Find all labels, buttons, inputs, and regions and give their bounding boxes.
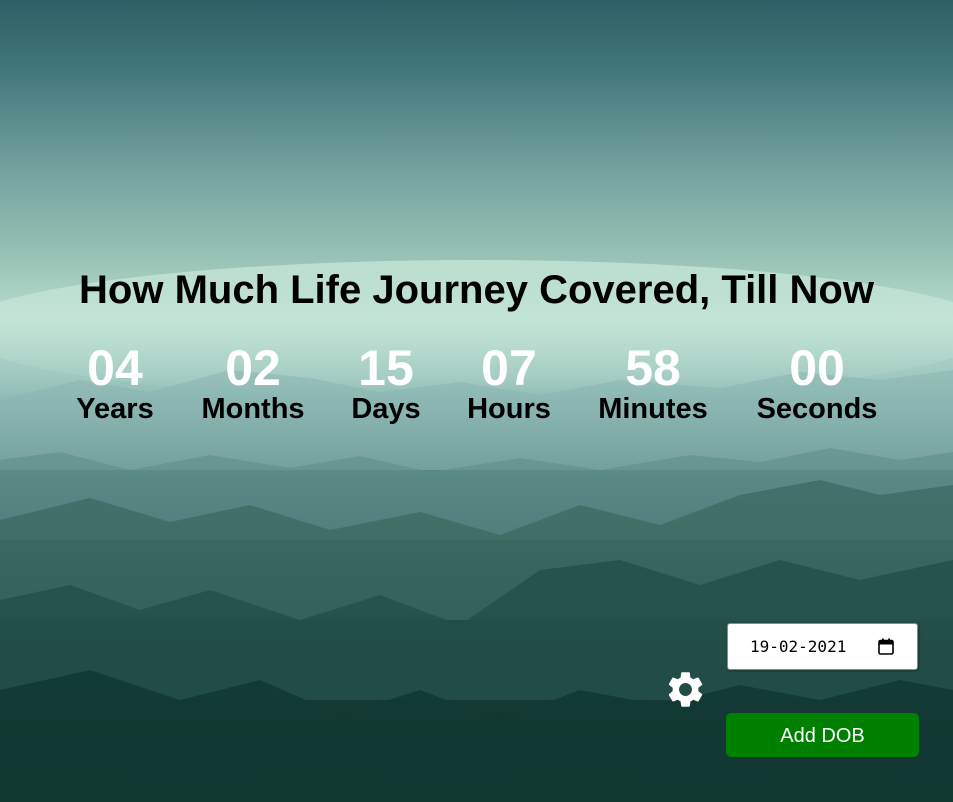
gear-icon[interactable] <box>664 668 707 711</box>
minutes-value: 58 <box>625 340 681 396</box>
years-value: 04 <box>87 340 143 396</box>
add-dob-button[interactable]: Add DOB <box>726 713 919 757</box>
days-value: 15 <box>358 340 414 396</box>
years-label: Years <box>76 393 154 425</box>
counter-days: 15 Days <box>351 340 420 426</box>
counter-minutes: 58 Minutes <box>598 340 708 426</box>
dob-date-input[interactable]: 19-02-2021 <box>727 623 918 670</box>
counter-hours: 07 Hours <box>467 340 551 426</box>
seconds-label: Seconds <box>756 393 878 425</box>
dob-date-value: 19-02-2021 <box>750 637 847 656</box>
hours-label: Hours <box>467 393 551 425</box>
days-label: Days <box>351 393 421 425</box>
months-label: Months <box>201 393 305 425</box>
hours-value: 07 <box>481 340 537 396</box>
calendar-icon[interactable] <box>878 638 894 655</box>
counter-years: 04 Years <box>76 340 153 426</box>
minutes-label: Minutes <box>598 393 708 425</box>
counter-seconds: 00 Seconds <box>757 340 878 426</box>
seconds-value: 00 <box>789 340 845 396</box>
months-value: 02 <box>225 340 281 396</box>
page-title: How Much Life Journey Covered, Till Now <box>79 268 874 312</box>
counter-months: 02 Months <box>201 340 304 426</box>
